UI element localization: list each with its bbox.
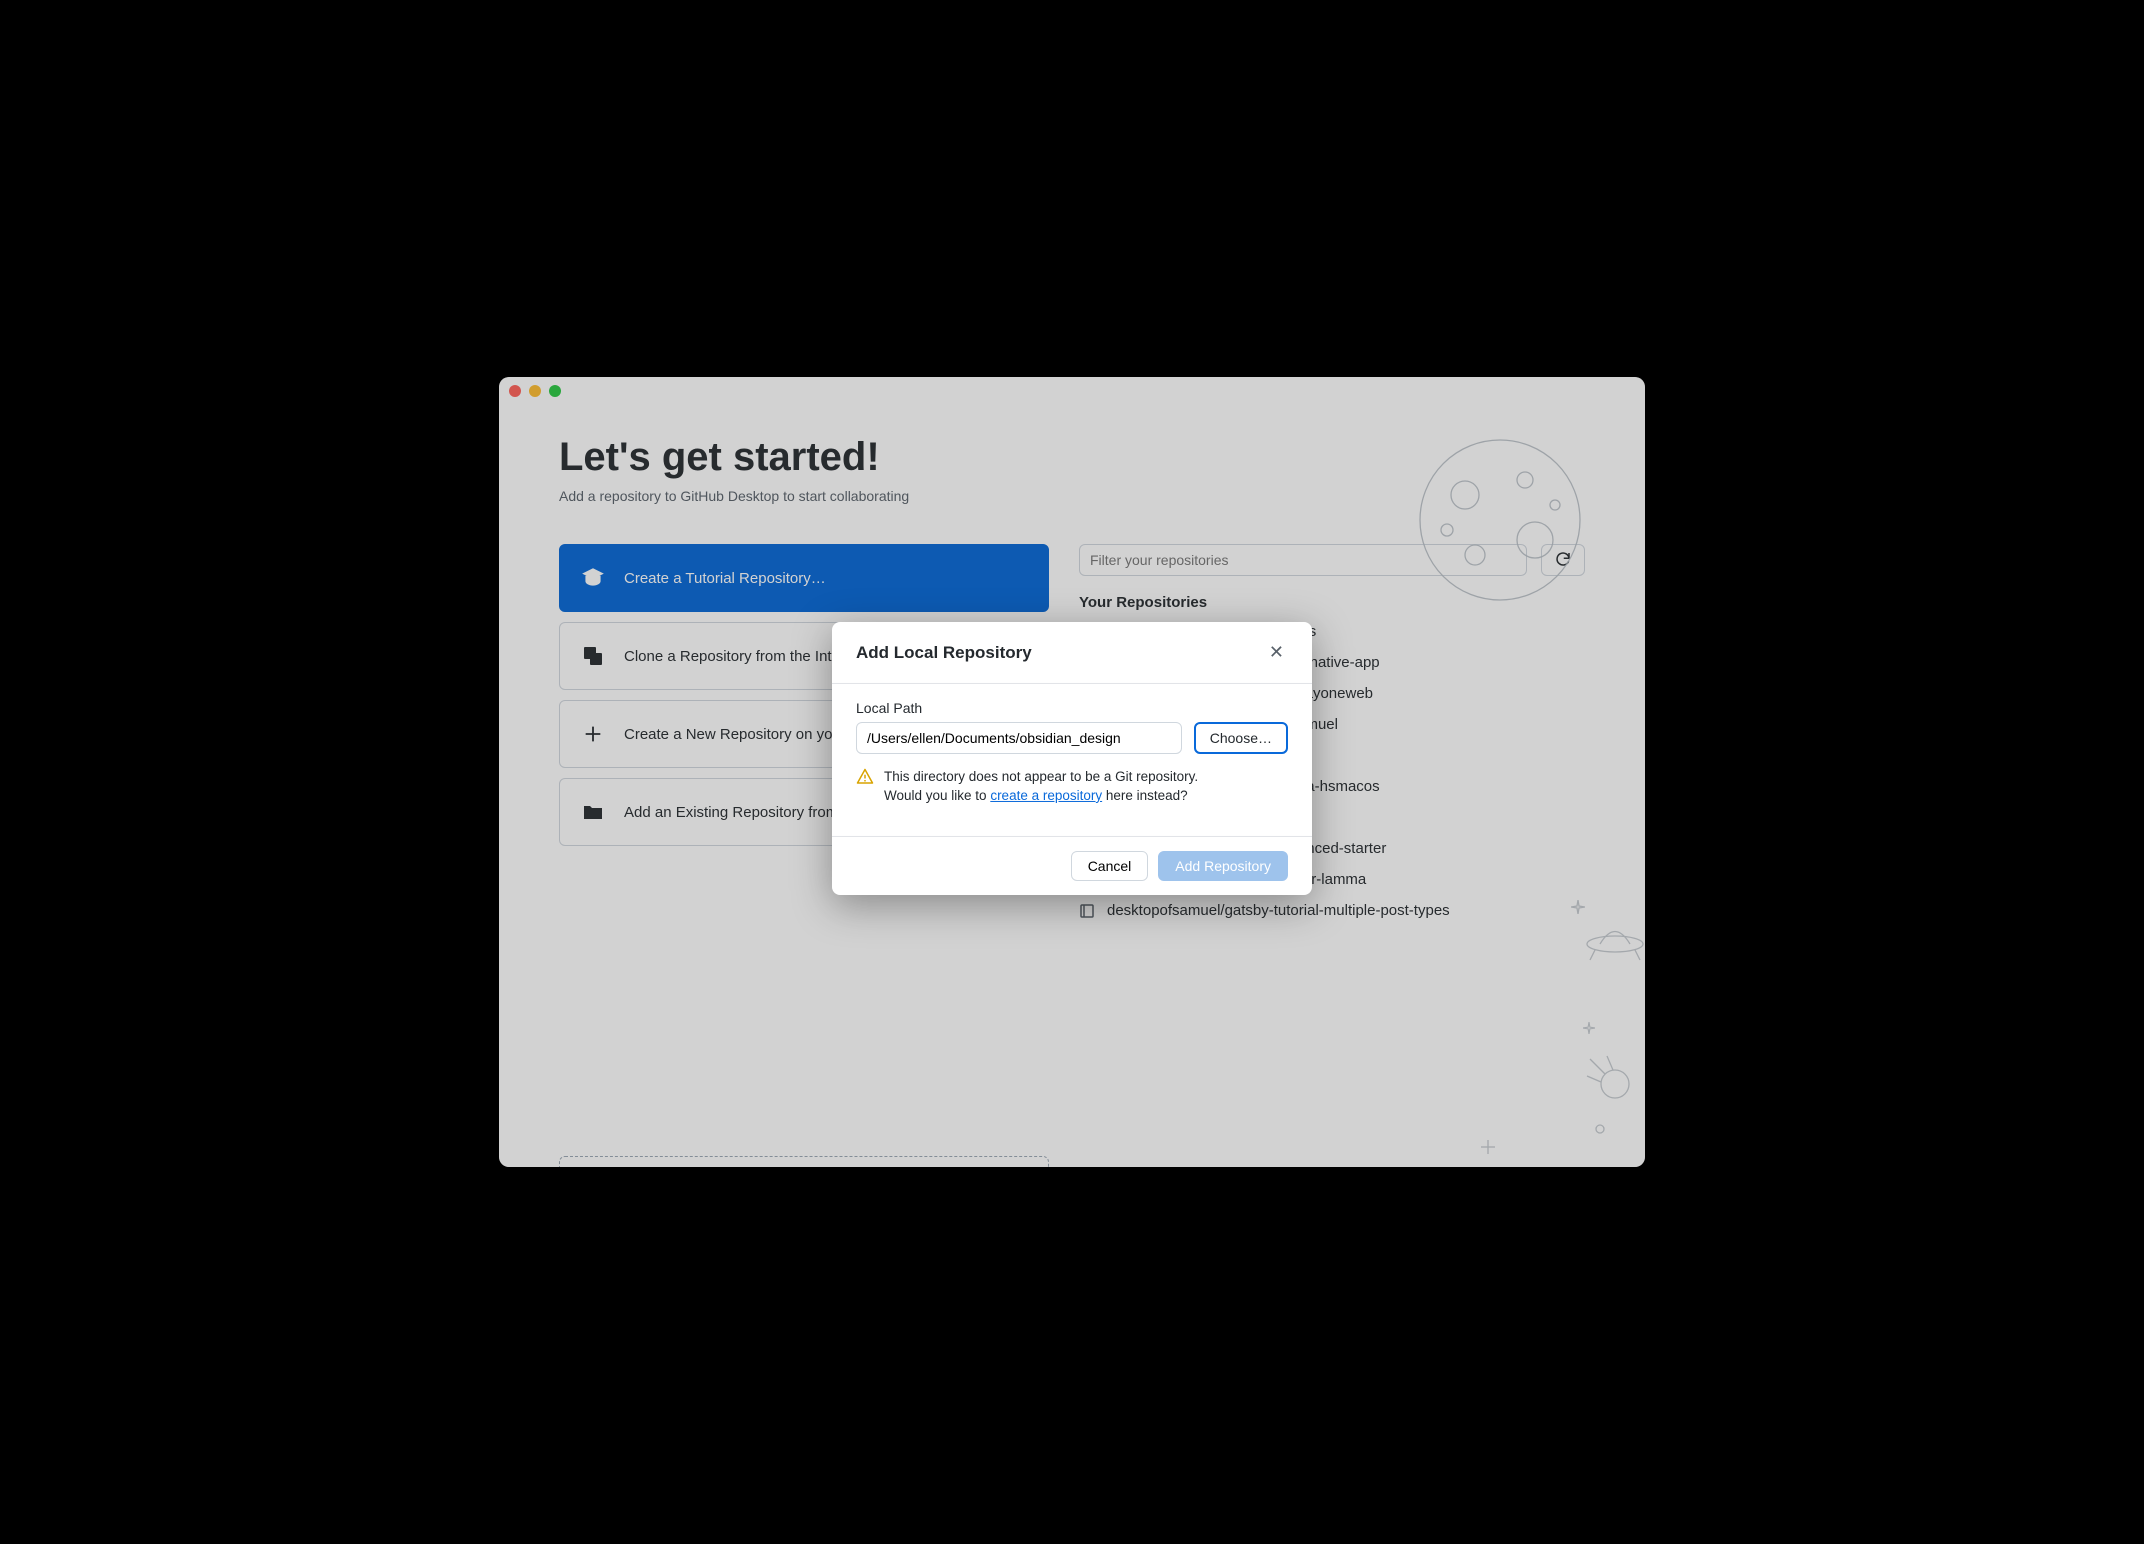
- modal-title: Add Local Repository: [856, 642, 1032, 662]
- create-repository-link[interactable]: create a repository: [990, 788, 1102, 803]
- warning-icon: [856, 768, 874, 806]
- close-icon: ✕: [1269, 642, 1284, 662]
- close-modal-button[interactable]: ✕: [1265, 638, 1288, 667]
- warning-text-1: This directory does not appear to be a G…: [884, 768, 1198, 787]
- local-path-label: Local Path: [856, 700, 1288, 716]
- app-window: Let's get started! Add a repository to G…: [499, 377, 1645, 1167]
- warning-text-2: Would you like to create a repository he…: [884, 787, 1198, 806]
- add-local-repo-modal: Add Local Repository ✕ Local Path Choose…: [832, 622, 1312, 895]
- add-repository-button[interactable]: Add Repository: [1158, 851, 1288, 881]
- not-a-repo-warning: This directory does not appear to be a G…: [856, 764, 1288, 816]
- choose-path-button[interactable]: Choose…: [1194, 722, 1288, 754]
- local-path-input[interactable]: [856, 722, 1182, 754]
- cancel-button[interactable]: Cancel: [1071, 851, 1149, 881]
